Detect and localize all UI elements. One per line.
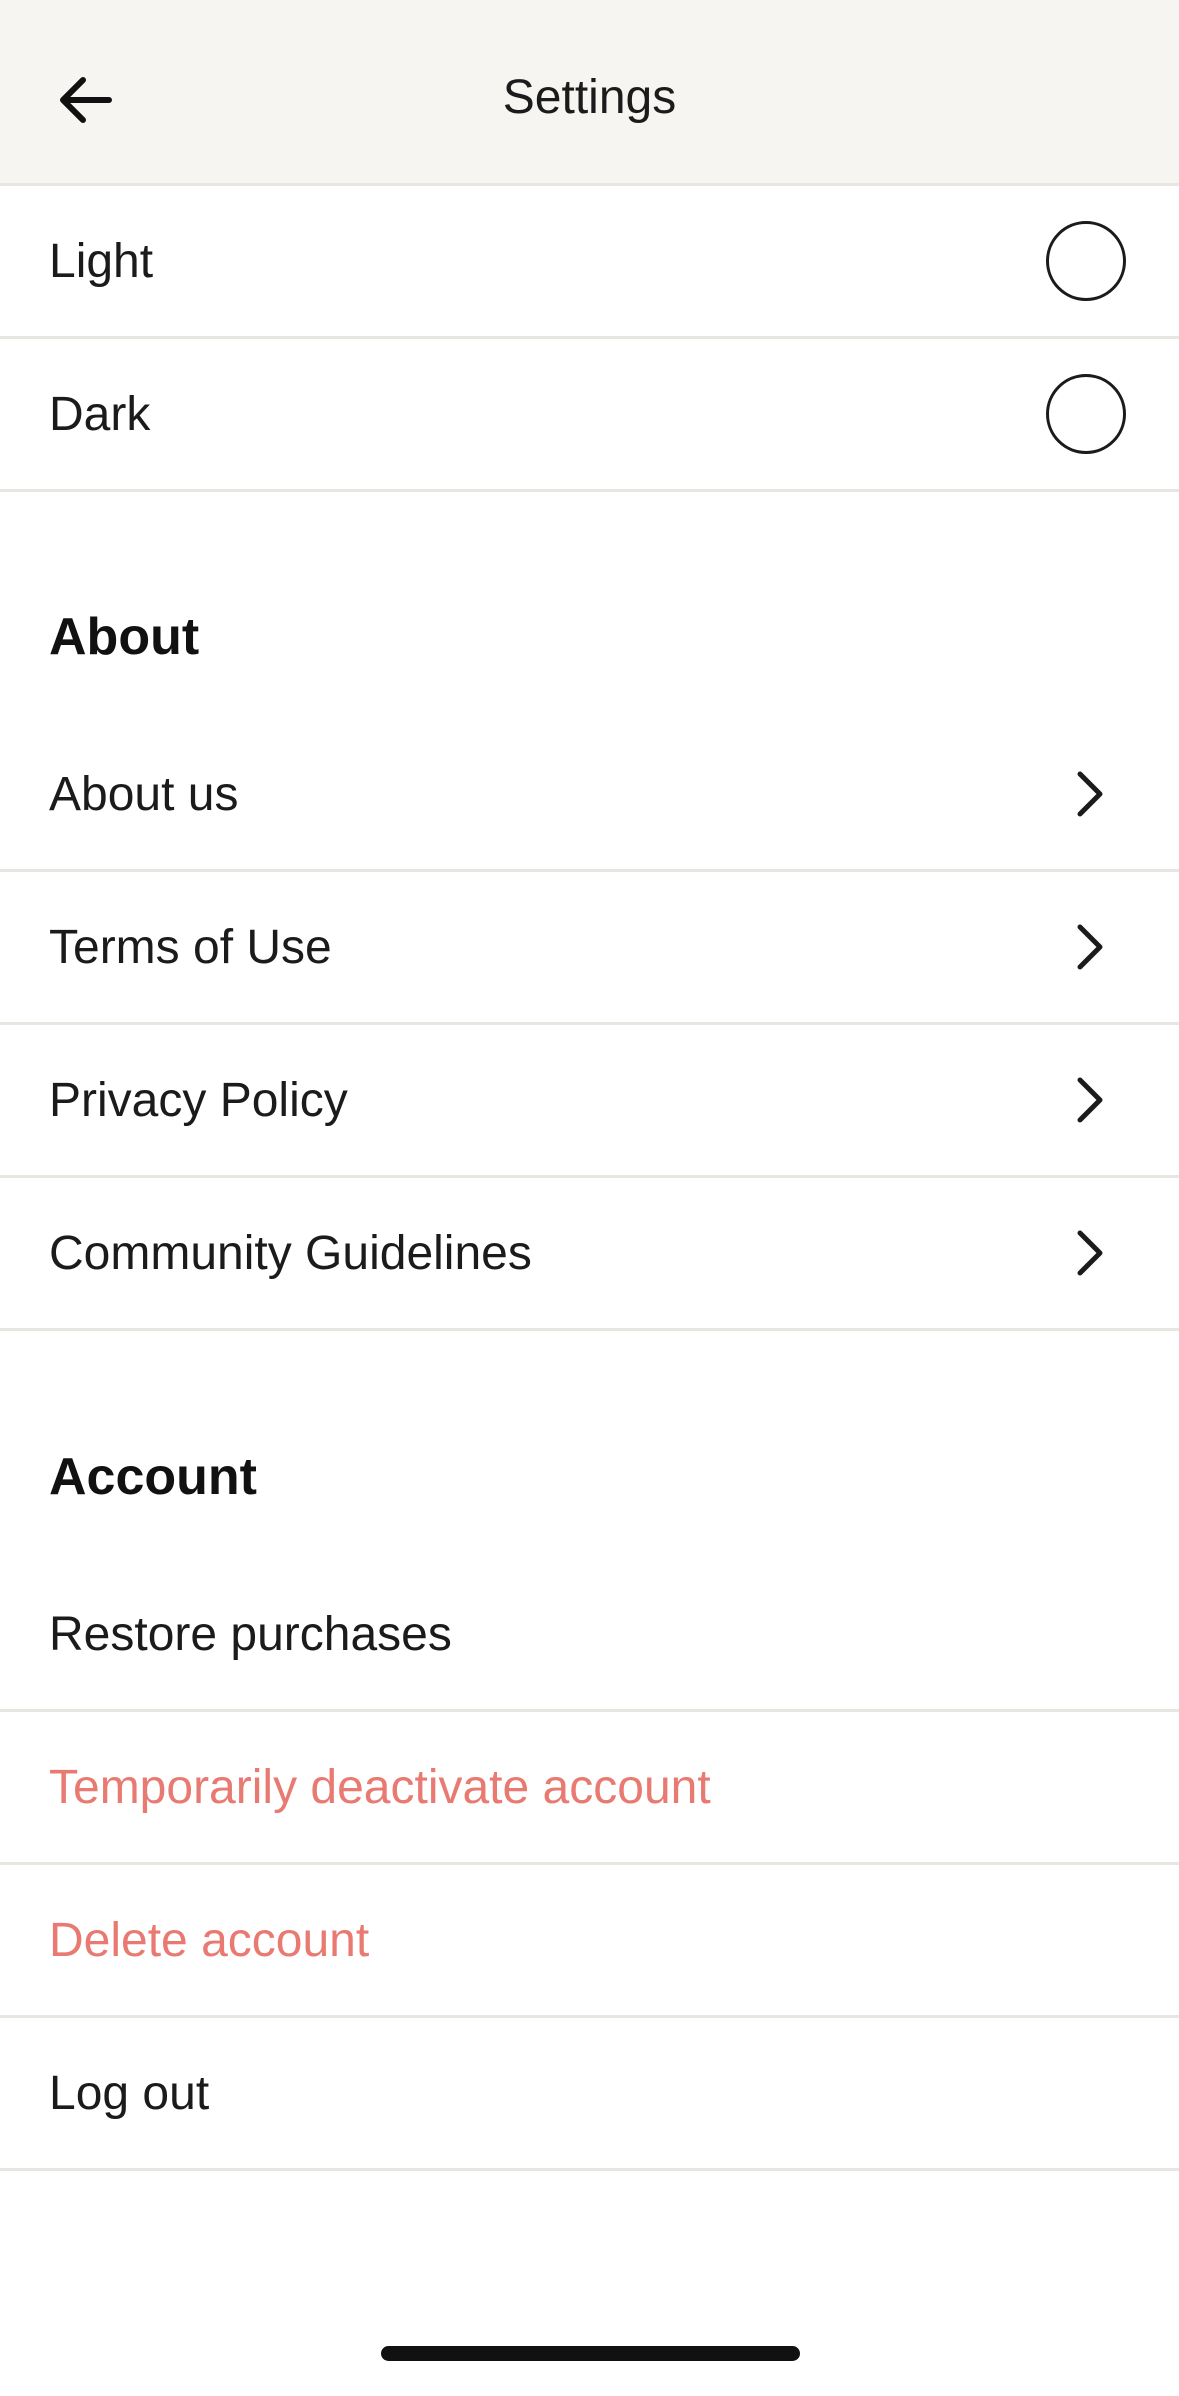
arrow-left-icon	[60, 77, 112, 123]
chevron-right-icon	[1060, 1070, 1120, 1130]
terms-of-use-row[interactable]: Terms of Use	[0, 872, 1179, 1025]
row-label: Log out	[49, 2066, 210, 2120]
section-title-about: About	[49, 608, 200, 666]
row-label: About us	[49, 767, 239, 821]
account-list: Restore purchases Temporarily deactivate…	[0, 1559, 1179, 2171]
deactivate-account-row[interactable]: Temporarily deactivate account	[0, 1712, 1179, 1865]
home-indicator	[381, 2346, 800, 2361]
log-out-row[interactable]: Log out	[0, 2018, 1179, 2171]
chevron-right-icon	[1060, 1223, 1120, 1283]
about-us-row[interactable]: About us	[0, 719, 1179, 872]
settings-screen: Settings Light Dark About About us Terms…	[0, 0, 1179, 2396]
theme-option-light[interactable]: Light	[0, 186, 1179, 339]
row-label: Terms of Use	[49, 920, 332, 974]
row-label: Privacy Policy	[49, 1073, 348, 1127]
delete-account-row[interactable]: Delete account	[0, 1865, 1179, 2018]
chevron-right-icon	[1060, 917, 1120, 977]
radio-button[interactable]	[1046, 221, 1126, 301]
row-label: Temporarily deactivate account	[49, 1760, 711, 1814]
row-label: Delete account	[49, 1913, 370, 1967]
appearance-list: Light Dark	[0, 186, 1179, 492]
about-list: About us Terms of Use Privacy Policy Com…	[0, 719, 1179, 1331]
row-label: Community Guidelines	[49, 1226, 532, 1280]
radio-button[interactable]	[1046, 374, 1126, 454]
chevron-right-icon	[1060, 764, 1120, 824]
theme-option-label: Light	[49, 234, 154, 288]
page-title: Settings	[502, 71, 677, 124]
community-guidelines-row[interactable]: Community Guidelines	[0, 1178, 1179, 1331]
theme-option-label: Dark	[49, 387, 151, 441]
back-button[interactable]	[40, 55, 130, 145]
section-title-account: Account	[49, 1448, 257, 1506]
theme-option-dark[interactable]: Dark	[0, 339, 1179, 492]
restore-purchases-row[interactable]: Restore purchases	[0, 1559, 1179, 1712]
top-bar: Settings	[0, 0, 1179, 186]
privacy-policy-row[interactable]: Privacy Policy	[0, 1025, 1179, 1178]
row-label: Restore purchases	[49, 1607, 452, 1661]
